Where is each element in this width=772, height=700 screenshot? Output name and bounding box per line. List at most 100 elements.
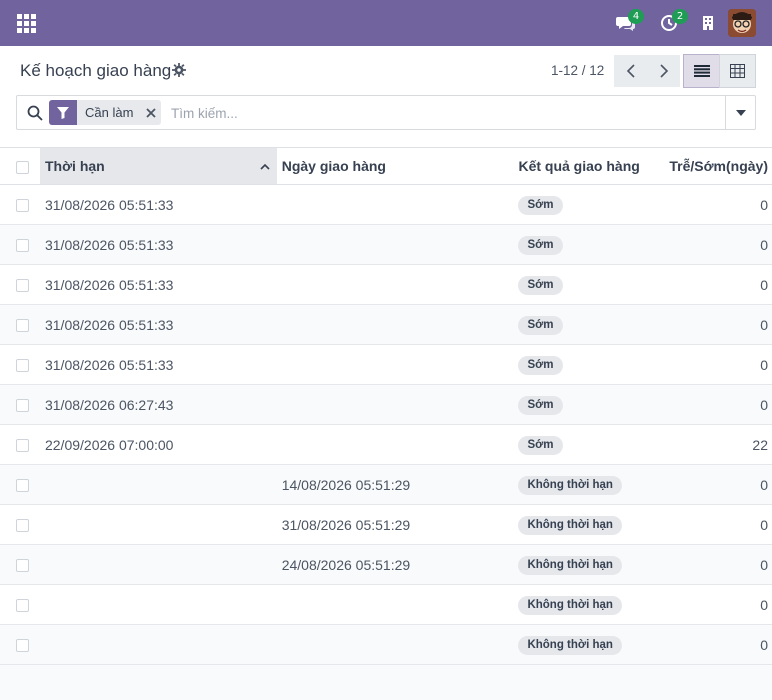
cell-delivery-date	[277, 305, 514, 345]
table-row[interactable]: Không thời hạn 0	[0, 584, 772, 625]
list-table: Thời hạn Ngày giao hàng Kết quả giao hàn…	[0, 147, 772, 665]
cell-deadline: 31/08/2026 05:51:33	[44, 356, 174, 373]
row-select-cell[interactable]	[0, 385, 40, 425]
cell-deadline	[40, 545, 277, 585]
cell-delivery-result: Không thời hạn	[513, 465, 664, 505]
cell-delivery-date	[277, 185, 514, 225]
apps-menu-icon[interactable]	[12, 10, 40, 36]
row-checkbox[interactable]	[16, 359, 29, 373]
row-checkbox[interactable]	[16, 639, 29, 653]
row-checkbox[interactable]	[16, 199, 29, 213]
cell-deadline	[40, 625, 277, 665]
row-checkbox[interactable]	[16, 319, 29, 333]
pager-value[interactable]: 1-12 / 12	[551, 63, 604, 78]
search-input[interactable]	[171, 101, 711, 125]
row-select-cell[interactable]	[0, 625, 40, 665]
table-row[interactable]: 22/09/2026 07:00:00 Sớm 22	[0, 424, 772, 465]
chevron-left-icon	[626, 64, 635, 78]
result-badge: Sớm	[518, 235, 563, 255]
table-row[interactable]: 31/08/2026 05:51:33 Sớm 0	[0, 304, 772, 345]
cell-deadline: 31/08/2026 05:51:33	[44, 236, 174, 253]
result-badge: Không thời hạn	[518, 475, 622, 495]
row-select-cell[interactable]	[0, 305, 40, 345]
result-badge: Sớm	[518, 355, 563, 375]
row-select-cell[interactable]	[0, 465, 40, 505]
cell-delivery-date	[277, 345, 514, 385]
pager-previous-button[interactable]	[614, 55, 647, 87]
table-row[interactable]: 24/08/2026 05:51:29 Không thời hạn 0	[0, 544, 772, 585]
result-badge: Không thời hạn	[518, 515, 622, 535]
result-badge: Sớm	[518, 195, 563, 215]
cell-deadline: 31/08/2026 05:51:33	[44, 196, 174, 213]
pivot-view-button[interactable]	[719, 54, 756, 88]
search-options-toggle[interactable]	[725, 96, 755, 129]
table-row[interactable]: 31/08/2026 05:51:33 Sớm 0	[0, 184, 772, 225]
row-select-cell[interactable]	[0, 345, 40, 385]
row-checkbox[interactable]	[16, 599, 29, 613]
row-select-cell[interactable]	[0, 545, 40, 585]
column-label: Ngày giao hàng	[281, 158, 386, 174]
cell-deadline	[40, 465, 277, 505]
activities-button[interactable]: 2	[660, 9, 688, 35]
search-icon	[27, 105, 43, 121]
list-view-button[interactable]	[683, 54, 720, 88]
result-badge: Sớm	[518, 395, 563, 415]
row-select-cell[interactable]	[0, 225, 40, 265]
column-header-delivery-date[interactable]: Ngày giao hàng	[277, 148, 514, 185]
table-row[interactable]: 31/08/2026 05:51:33 Sớm 0	[0, 224, 772, 265]
select-all-checkbox[interactable]	[16, 160, 29, 174]
pager-next-button[interactable]	[647, 55, 680, 87]
row-checkbox[interactable]	[16, 239, 29, 253]
table-row[interactable]: Không thời hạn 0	[0, 624, 772, 665]
cell-delivery-result: Sớm	[513, 305, 664, 345]
list-view-icon	[693, 65, 710, 77]
cell-delivery-result: Không thời hạn	[513, 625, 664, 665]
column-header-deadline[interactable]: Thời hạn	[39, 147, 277, 185]
company-switcher[interactable]	[702, 11, 714, 35]
row-checkbox[interactable]	[16, 399, 29, 413]
result-badge: Không thời hạn	[518, 635, 622, 655]
facet-remove-button[interactable]	[141, 100, 161, 125]
column-header-delivery-result[interactable]: Kết quả giao hàng	[513, 148, 664, 185]
row-select-cell[interactable]	[0, 505, 40, 545]
table-row[interactable]: 31/08/2026 06:27:43 Sớm 0	[0, 384, 772, 425]
cell-delay-days: 0	[760, 396, 768, 413]
row-checkbox[interactable]	[16, 279, 29, 293]
cell-delay-days: 0	[760, 596, 768, 613]
cell-delay-days: 0	[760, 276, 768, 293]
row-checkbox[interactable]	[16, 519, 29, 533]
messages-button[interactable]: 4	[616, 9, 644, 35]
gear-icon[interactable]	[172, 63, 186, 77]
control-panel: Kế hoạch giao hàng 1-12 / 12 Cần làm Tìm…	[0, 46, 772, 147]
select-all-cell[interactable]	[0, 148, 40, 185]
table-row[interactable]: 31/08/2026 05:51:33 Sớm 0	[0, 264, 772, 305]
column-header-delay-days[interactable]: Trễ/Sớm(ngày)	[664, 148, 772, 185]
search-bar[interactable]: Cần làm	[16, 95, 756, 130]
cell-delivery-date	[277, 385, 514, 425]
row-select-cell[interactable]	[0, 585, 40, 625]
table-header-row: Thời hạn Ngày giao hàng Kết quả giao hàn…	[0, 147, 772, 185]
cell-delivery-result: Sớm	[513, 425, 664, 465]
cell-delay-days: 0	[760, 236, 768, 253]
cell-deadline	[40, 585, 277, 625]
row-select-cell[interactable]	[0, 185, 40, 225]
row-select-cell[interactable]	[0, 425, 40, 465]
row-select-cell[interactable]	[0, 265, 40, 305]
cell-deadline: 31/08/2026 05:51:33	[44, 316, 174, 333]
cell-delivery-result: Sớm	[513, 185, 664, 225]
column-label: Trễ/Sớm(ngày)	[669, 158, 768, 174]
table-row[interactable]: 31/08/2026 05:51:33 Sớm 0	[0, 344, 772, 385]
row-checkbox[interactable]	[16, 479, 29, 493]
row-checkbox[interactable]	[16, 439, 29, 453]
cell-delay-days: 22	[752, 436, 768, 453]
avatar-image	[728, 9, 756, 37]
cell-delivery-result: Sớm	[513, 265, 664, 305]
table-row[interactable]: 14/08/2026 05:51:29 Không thời hạn 0	[0, 464, 772, 505]
search-facet: Cần làm	[49, 100, 162, 125]
table-row[interactable]: 31/08/2026 05:51:29 Không thời hạn 0	[0, 504, 772, 545]
facet-label: Cần làm	[85, 105, 134, 120]
cell-deadline: 22/09/2026 07:00:00	[44, 436, 174, 453]
activities-badge: 2	[672, 9, 688, 24]
user-avatar[interactable]	[728, 9, 756, 37]
row-checkbox[interactable]	[16, 559, 29, 573]
